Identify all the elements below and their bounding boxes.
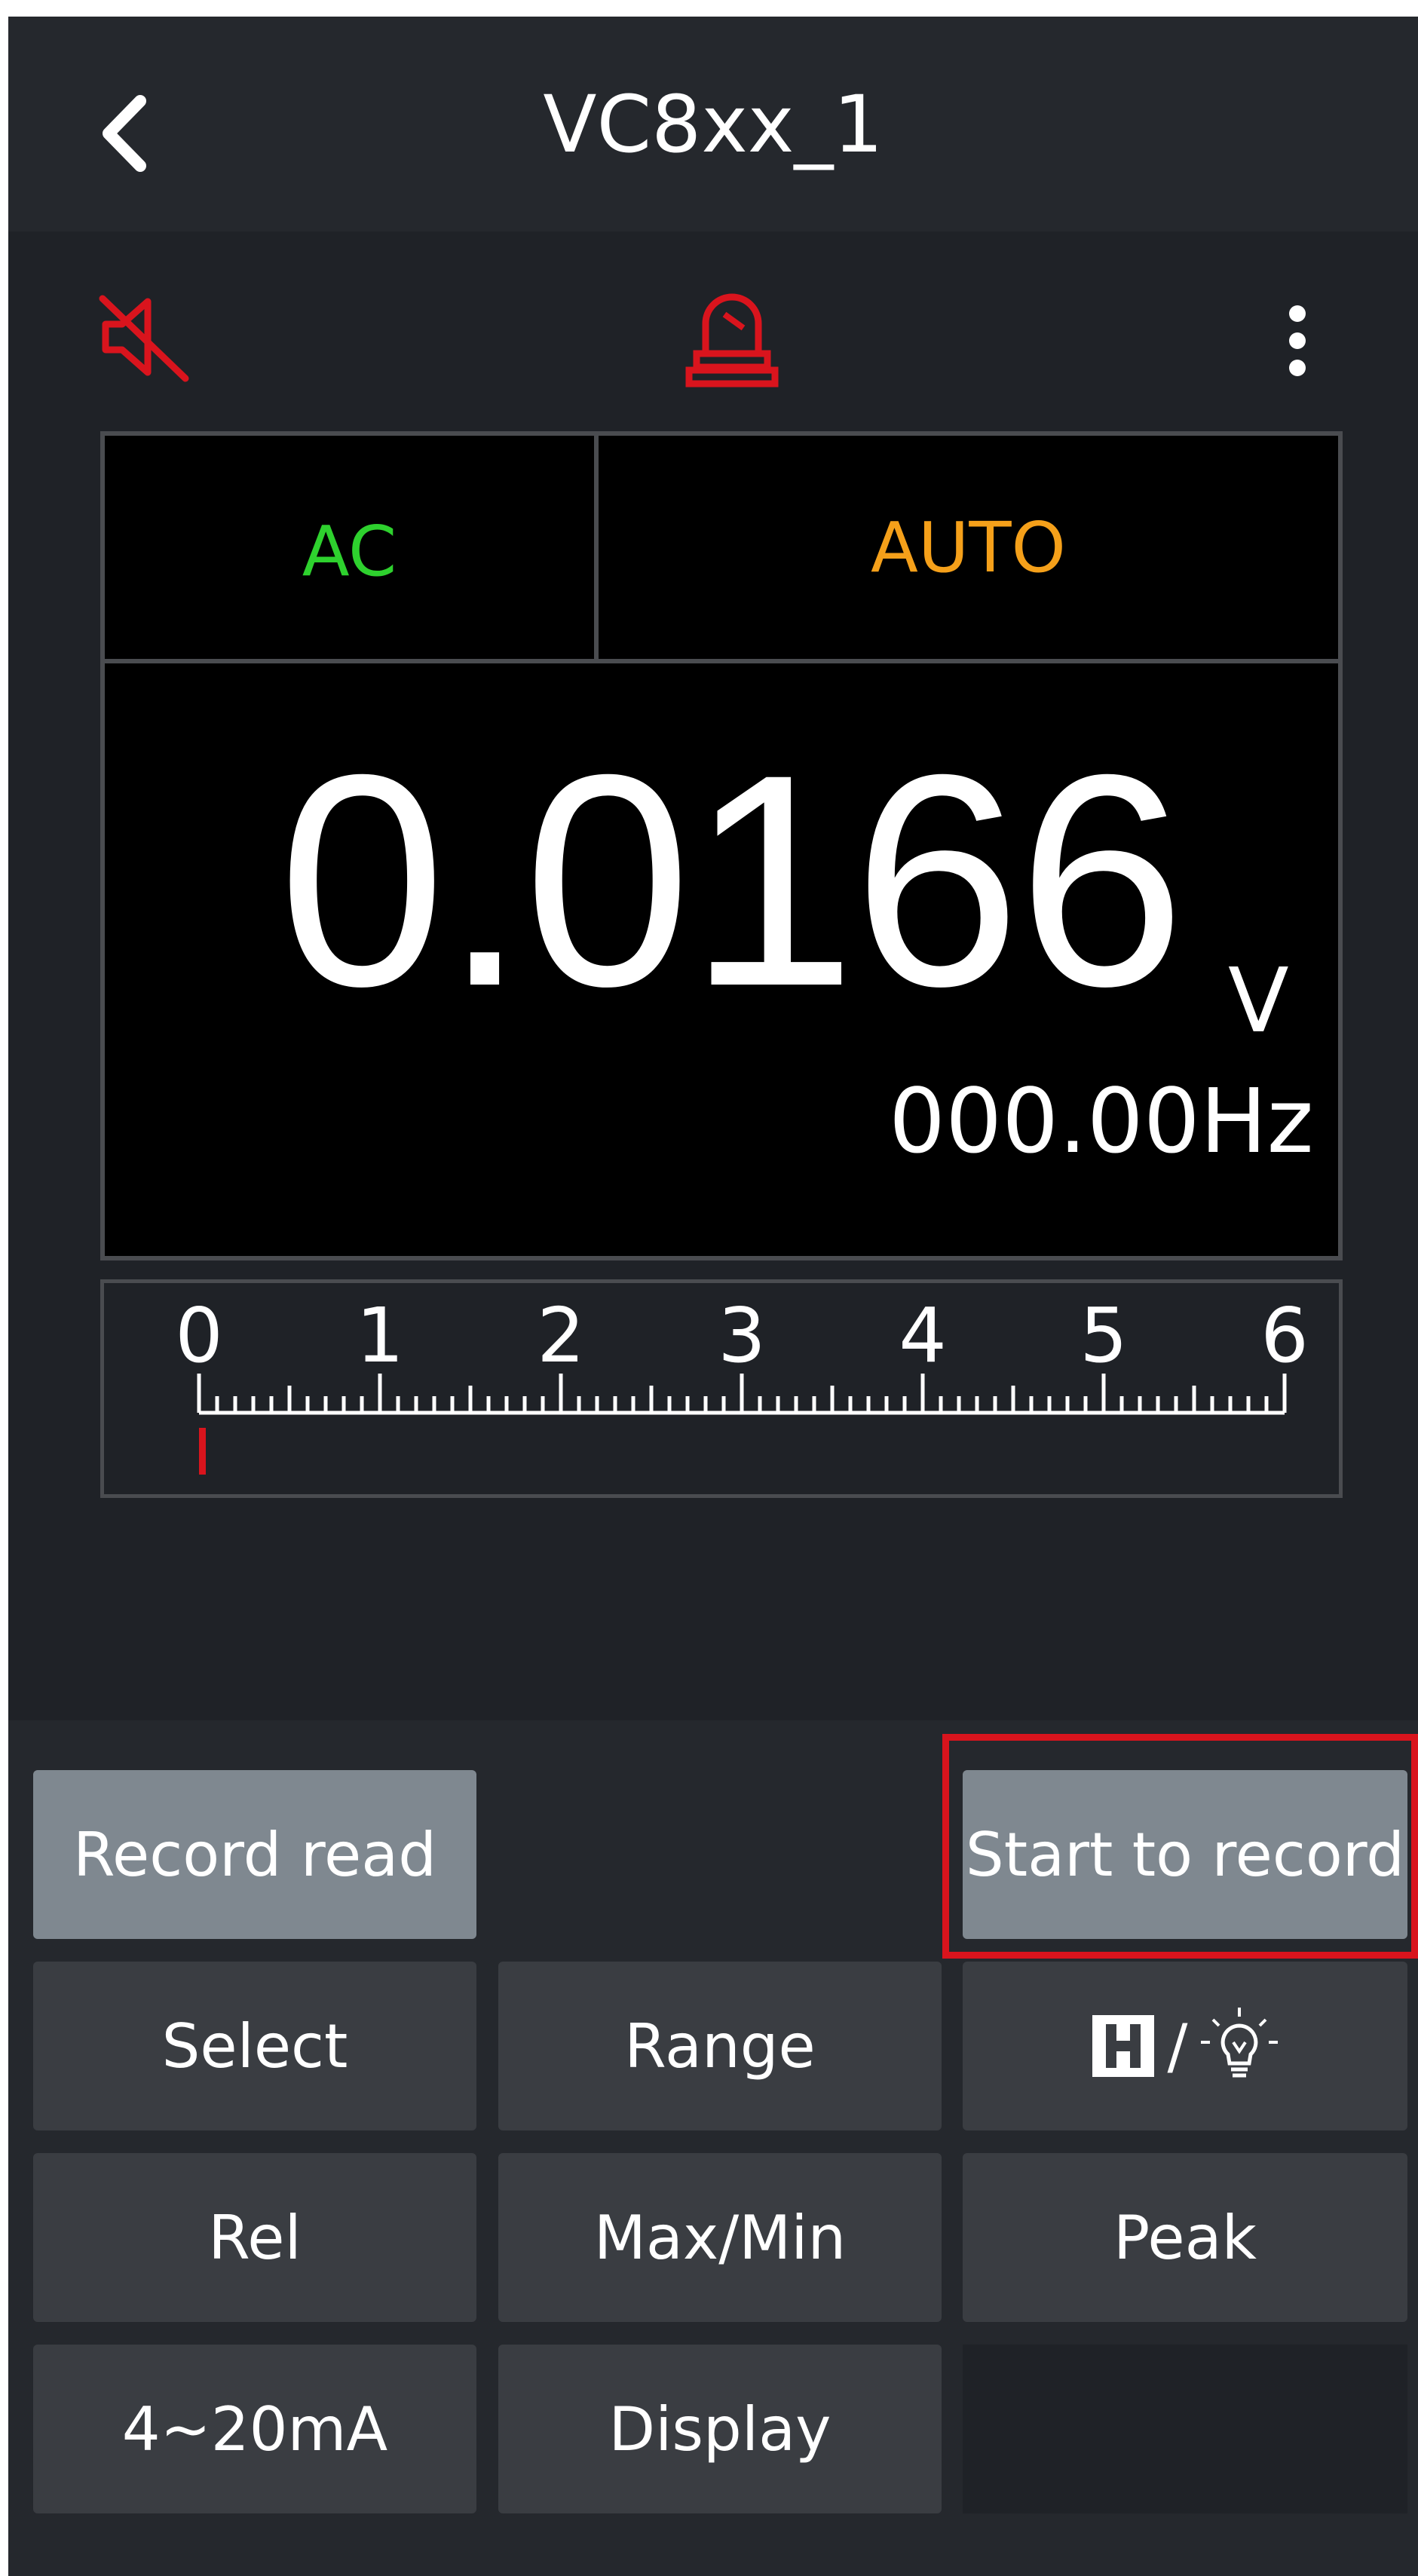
scale-pointer — [198, 1428, 206, 1475]
display-button[interactable]: Display — [498, 2345, 942, 2513]
hold-light-button[interactable]: / — [963, 1962, 1407, 2130]
range-button[interactable]: Range — [498, 1962, 942, 2130]
select-button[interactable]: Select — [33, 1962, 476, 2130]
backlight-bulb-icon — [1201, 2008, 1279, 2078]
start-record-button[interactable]: Start to record — [963, 1770, 1407, 1939]
slash-divider: / — [1167, 2011, 1188, 2081]
scale-tick-label: 5 — [1080, 1291, 1128, 1380]
scale-tick-label: 4 — [899, 1291, 947, 1380]
more-vertical-icon[interactable] — [1260, 288, 1335, 394]
frequency-reading: 000.00Hz — [889, 1069, 1314, 1173]
control-panel: Record read Start to record Select Range… — [8, 1720, 1418, 2576]
scale-tick-label: 1 — [356, 1291, 404, 1380]
top-bar: VC8xx_1 — [8, 17, 1418, 231]
lcd-divider — [105, 659, 1338, 663]
peak-button[interactable]: Peak — [963, 2153, 1407, 2322]
scale-tick-label: 2 — [537, 1291, 585, 1380]
maxmin-button[interactable]: Max/Min — [498, 2153, 942, 2322]
multimeter-screen: VC8xx_1 AC AUTO 0.0166 V 000.00Hz 0 1 2 … — [8, 17, 1418, 2576]
scale-tick-label: 0 — [175, 1291, 223, 1380]
scale-tick-label: 3 — [718, 1291, 766, 1380]
lcd-display: AC AUTO 0.0166 V 000.00Hz — [100, 431, 1343, 1260]
main-reading: 0.0166 — [278, 712, 1185, 1049]
back-button[interactable] — [84, 77, 167, 190]
empty-button-slot — [963, 2345, 1407, 2513]
current-loop-button[interactable]: 4~20mA — [33, 2345, 476, 2513]
chevron-left-icon — [103, 95, 146, 172]
analog-scale: 0 1 2 3 4 5 6 — [100, 1279, 1343, 1498]
hold-icon — [1092, 2015, 1154, 2077]
scale-tick-label: 6 — [1260, 1291, 1309, 1380]
range-indicator: AUTO — [871, 507, 1066, 588]
mode-indicator: AC — [105, 436, 599, 659]
hold-lamp-icon — [672, 284, 792, 397]
unit-label: V — [1228, 948, 1289, 1052]
speaker-muted-icon — [91, 280, 197, 394]
rel-button[interactable]: Rel — [33, 2153, 476, 2322]
record-read-button[interactable]: Record read — [33, 1770, 476, 1939]
page-title: VC8xx_1 — [543, 78, 884, 170]
